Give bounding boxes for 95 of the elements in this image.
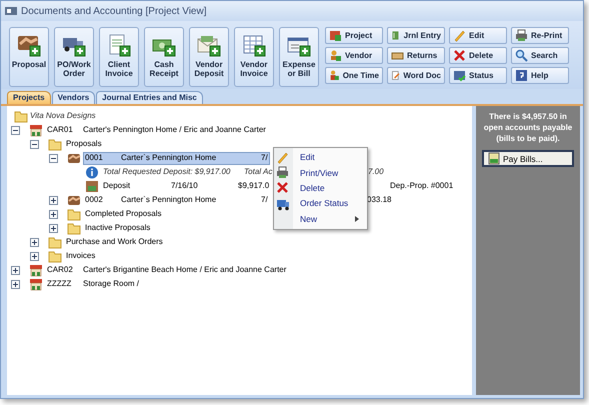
envelope-icon [197,34,221,57]
toolbar-button[interactable]: Cash Receipt [144,27,184,87]
delete-icon [276,181,290,196]
tree-row[interactable]: 0002 Carter`s Pennington Home 7/ [83,194,270,206]
toolbar-button[interactable]: Client Invoice [99,27,139,87]
date-text: 7/ [261,152,268,164]
printer-icon [515,29,528,42]
tree-row[interactable]: ZZZZZ Storage Room / [45,278,142,290]
toolbar-button[interactable]: Vendor Deposit [189,27,229,87]
toolbar-button[interactable]: Help [511,67,569,84]
menu-item[interactable]: New [274,212,367,227]
toolbar-button[interactable]: Project [325,27,383,44]
toolbar-button[interactable]: Re-Print [511,27,569,44]
folder-icon [48,250,62,262]
pay-bills-button[interactable]: Pay Bills... [482,150,574,168]
storefront-icon [29,278,43,290]
date-text: 7/16/10 [171,180,198,192]
delete-icon [453,49,466,62]
proposal-code: 0001 [85,152,103,164]
printer-icon [276,166,290,180]
toolbar-button[interactable]: Word Doc [387,67,445,84]
expand-toggle[interactable] [49,196,58,204]
tab[interactable]: Projects [7,91,51,104]
project-title: Storage Room / [83,278,140,290]
toolbar-button[interactable]: Jrnl Entry [387,27,445,44]
folder-icon [48,138,62,150]
amount-text: 7.00 [368,166,384,178]
toolbar-button[interactable]: Proposal [9,27,49,87]
tree-row[interactable]: CAR02 Carter's Brigantine Beach Home / Eric and Joanne Carter [45,264,288,276]
menu-item[interactable]: Order Status [274,196,367,212]
date-text: 7/ [261,194,268,206]
expand-toggle[interactable] [30,252,39,260]
storefront-icon [29,264,43,276]
spreadsheet-icon [242,34,266,57]
app-icon [5,6,17,16]
expand-toggle[interactable] [49,224,58,232]
bill-icon [488,152,500,166]
project-code: CAR02 [47,264,73,276]
project-title: Carter's Brigantine Beach Home / Eric and Joanne Carter [83,264,286,276]
storefront-icon [29,124,43,136]
toolbar-button[interactable]: Expense or Bill [279,27,319,87]
document-pencil-icon [391,69,400,82]
reference-text: Dep.-Prop. #0001 [390,180,454,192]
ledger-icon [391,29,401,42]
expand-toggle[interactable] [11,266,20,274]
toolbar-button[interactable]: Vendor [325,47,383,64]
deposit-label: Deposit [103,180,130,192]
project-title: Carter's Pennington Home / Eric and Joanne Carter [83,124,266,136]
toolbar-button[interactable]: Edit [449,27,507,44]
expand-toggle[interactable] [49,210,58,218]
project-code: CAR01 [47,124,73,136]
menu-item[interactable]: Delete [274,180,367,196]
company-name: Vita Nova Designs [30,110,96,122]
proposal-title: Carter`s Pennington Home [121,194,216,206]
folder-icon [14,110,28,122]
search-icon [515,49,528,62]
menu-item[interactable]: Edit [274,150,367,166]
info-icon [85,166,99,178]
window-title: Documents and Accounting [Project View] [21,4,206,18]
expand-toggle[interactable] [49,154,58,162]
folder-icon [67,208,81,220]
proposal-code: 0002 [85,194,103,206]
help-icon [515,69,528,82]
pencil-icon [276,150,290,165]
tree-row[interactable]: 0001 Carter`s Pennington Home 7/ [83,152,270,164]
summary-text: Total Ac [244,166,272,178]
expand-toggle[interactable] [30,238,39,246]
tab[interactable]: Vendors [52,91,96,104]
expand-toggle[interactable] [11,280,20,288]
toolbar-button[interactable]: PO/Work Order [54,27,94,87]
toolbar-button[interactable]: Returns [387,47,445,64]
tab[interactable]: Journal Entries and Misc [96,91,203,104]
toolbar-button[interactable]: One Time [325,67,383,84]
pencil-icon [453,29,466,42]
tree-row[interactable]: Deposit 7/16/10 $9,917.0 [101,180,272,192]
tree-row[interactable]: CAR01 Carter's Pennington Home / Eric and Joanne Carter [45,124,268,136]
expand-toggle[interactable] [30,140,39,148]
toolbar-button[interactable]: Status [449,67,507,84]
proposal-title: Carter`s Pennington Home [121,152,216,164]
payables-message: There is $4,957.50 in open accounts payable (bills to be paid). [482,112,574,144]
toolbar-button[interactable]: Vendor Invoice [234,27,274,87]
expand-toggle[interactable] [11,126,20,134]
document-icon [107,34,131,57]
amount-text: 033.18 [367,194,392,206]
tree-row[interactable]: Total Requested Deposit: $9,917.00 Total Ac [101,166,274,178]
toolbar-button[interactable]: Delete [449,47,507,64]
deposit-summary: Total Requested Deposit: $9,917.00 [103,166,230,178]
calendar-check-icon [453,69,466,82]
menu-item[interactable]: Print/View [274,165,367,181]
folder-icon [48,236,62,248]
folder-icon [67,222,81,234]
person-icon [329,69,340,82]
project-code: ZZZZZ [47,278,72,290]
amount-text: $9,917.0 [238,180,270,192]
toolbar-button[interactable]: Search [511,47,569,64]
